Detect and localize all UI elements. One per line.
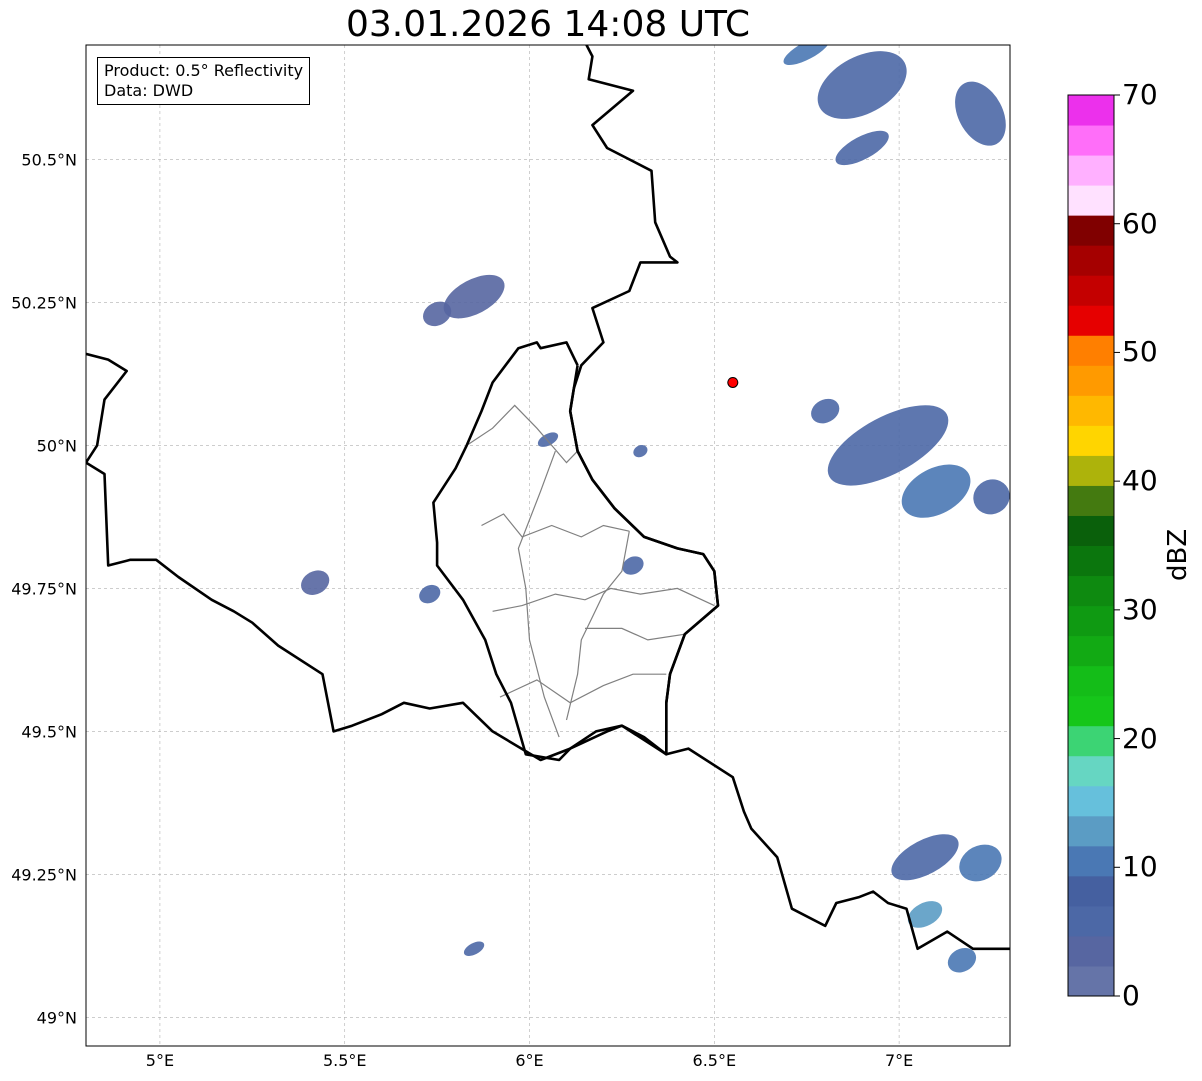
x-tick-label: 5°E [146,1051,174,1070]
colorbar-swatch [1068,395,1114,426]
colorbar-swatch [1068,965,1114,997]
colorbar-swatch [1068,185,1114,216]
colorbar-swatch [1068,215,1114,246]
region-border [499,673,667,704]
colorbar [1067,94,1120,997]
colorbar-swatch [1068,485,1114,516]
colorbar-swatch [1068,725,1114,757]
echo-cell [907,901,943,928]
radar-site-layer [727,376,739,388]
echo-cell [973,479,1010,515]
colorbar-tick-label: 30 [1122,592,1158,626]
echo-cell [817,51,907,119]
region-border [466,404,579,464]
colorbar-swatch [1068,875,1114,907]
colorbar-swatch [1068,845,1114,877]
colorbar-swatch [1068,935,1114,967]
y-tick-label: 49.75°N [11,579,77,598]
colorbar-swatch [1068,785,1114,817]
colorbar-tick-label: 70 [1122,78,1158,111]
colorbar-swatch [1068,365,1114,396]
echo-cell [419,584,441,604]
echo-cell [891,834,959,881]
colorbar-swatch [1068,545,1114,577]
echo-cell [301,570,330,595]
echo-cell [835,130,889,166]
colorbar-unit: dBZ [1163,528,1193,581]
colorbar-tick-label: 0 [1122,979,1140,1012]
colorbar-swatch [1068,125,1114,156]
colorbar-swatch [1068,605,1114,637]
echo-cell [811,398,840,424]
radar-map-figure: 5°E 5.5°E 6°E 6.5°E 7°E 49°N 49.25°N 49.5°N 49.7… [11,44,1120,1070]
y-tick-label: 50.5°N [21,150,77,169]
colorbar-swatch [1068,245,1114,276]
radar-site-marker [727,376,739,388]
colorbar-swatch [1068,95,1114,126]
echo-cell [783,45,830,66]
colorbar-tick-label: 60 [1122,206,1158,240]
echo-cell [537,432,559,447]
colorbar-swatch [1068,155,1114,186]
x-tick-label: 5.5°E [323,1051,367,1070]
region-border [585,627,685,641]
plot-frame [85,44,1011,1047]
region-border [517,450,560,738]
product-label: Product: 0.5° Reflectivity [104,61,304,80]
colorbar-swatch [1068,905,1114,937]
gridlines [86,45,1010,1046]
colorbar-tick-label: 40 [1122,464,1158,498]
national-border [86,461,668,762]
national-borders [86,45,1010,951]
colorbar-swatch [1068,635,1114,667]
colorbar-swatch [1068,575,1114,607]
region-border [565,531,630,721]
colorbar-swatch [1068,275,1114,306]
x-tick-label: 7°E [885,1051,913,1070]
echo-cell [959,844,1002,882]
region-border [481,513,630,538]
x-tick-label: 6.5°E [693,1051,737,1070]
colorbar-swatch [1068,815,1114,847]
colorbar-swatch [1068,695,1114,727]
colorbar-swatch [1068,755,1114,787]
y-tick-label: 49.5°N [21,722,77,741]
echo-cell [955,81,1006,146]
y-tick-label: 50°N [37,436,77,455]
colorbar-tick-label: 20 [1122,721,1158,755]
data-source-label: Data: DWD [104,81,194,100]
colorbar-tick-label: 10 [1122,850,1158,884]
y-tick-label: 49.25°N [11,865,77,884]
y-tick-label: 49°N [37,1008,77,1027]
colorbar-swatch [1068,425,1114,456]
colorbar-tick-label: 50 [1122,335,1158,369]
echo-cell [463,941,485,957]
y-tick-label: 50.25°N [11,293,77,312]
info-box: Product: 0.5° Reflectivity Data: DWD [97,57,311,105]
colorbar-swatch [1068,455,1114,486]
reflectivity-echoes [301,45,1010,973]
colorbar-title: dBZ [1158,520,1198,581]
colorbar-swatch [1068,515,1114,546]
x-tick-label: 6°E [515,1051,543,1070]
colorbar-swatch [1068,335,1114,366]
national-border [86,352,128,464]
colorbar-swatch [1068,665,1114,697]
colorbar-swatch [1068,305,1114,336]
national-border [432,341,720,762]
